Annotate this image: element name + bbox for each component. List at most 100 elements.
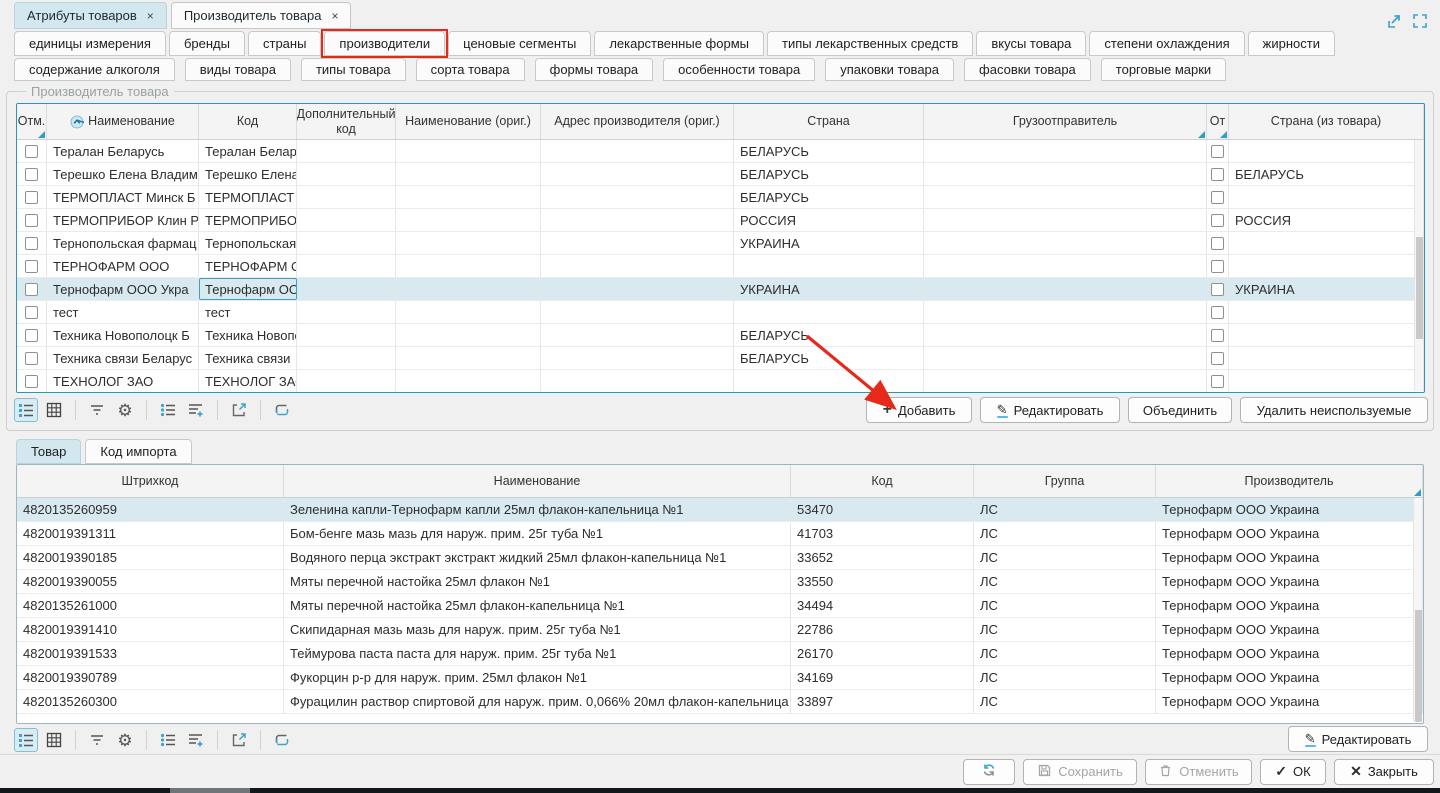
row-checkbox[interactable] [1211, 214, 1224, 227]
close-button[interactable]: ✕Закрыть [1334, 759, 1434, 785]
product-row[interactable]: 4820135260959Зеленина капли-Тернофарм ка… [17, 498, 1423, 522]
category-tab[interactable]: ценовые сегменты [448, 31, 591, 56]
checkbox-cell[interactable] [1207, 209, 1229, 231]
column-header[interactable]: Страна (из товара) [1229, 104, 1424, 139]
checkbox-cell[interactable] [1207, 140, 1229, 162]
window-tab[interactable]: Атрибуты товаров× [14, 2, 167, 29]
row-checkbox[interactable] [25, 260, 38, 273]
product-row[interactable]: 4820019391533Теймурова паста паста для н… [17, 642, 1423, 666]
checkbox-cell[interactable] [1207, 186, 1229, 208]
column-header[interactable]: Грузоотправитель [924, 104, 1207, 139]
checkbox-cell[interactable] [17, 209, 47, 231]
column-header[interactable]: Штрихкод [17, 465, 284, 497]
numbered-list-icon[interactable] [156, 398, 180, 422]
producer-row[interactable]: Тералан БеларусьТералан БеларусьБЕЛАРУСЬ [17, 140, 1424, 163]
grid-view-icon[interactable] [42, 728, 66, 752]
save-button[interactable]: Сохранить [1023, 759, 1137, 785]
checkbox-cell[interactable] [17, 232, 47, 254]
producer-row[interactable]: Техника связи БеларусТехника связиБЕЛАРУ… [17, 347, 1424, 370]
filter-icon[interactable] [85, 398, 109, 422]
row-checkbox[interactable] [1211, 260, 1224, 273]
list-view-icon[interactable] [14, 728, 38, 752]
checkbox-cell[interactable] [1207, 324, 1229, 346]
column-header[interactable]: Адрес производителя (ориг.) [541, 104, 734, 139]
open-external-icon[interactable] [227, 398, 251, 422]
checkbox-cell[interactable] [17, 186, 47, 208]
row-checkbox[interactable] [25, 145, 38, 158]
checkbox-cell[interactable] [17, 370, 47, 392]
row-checkbox[interactable] [25, 352, 38, 365]
category-tab[interactable]: производители [324, 31, 445, 56]
column-header[interactable]: Наименование [284, 465, 791, 497]
category-tab[interactable]: единицы измерения [14, 31, 166, 56]
row-checkbox[interactable] [25, 214, 38, 227]
column-header[interactable]: Группа [974, 465, 1156, 497]
open-external-icon[interactable] [227, 728, 251, 752]
tab-close-icon[interactable]: × [331, 9, 338, 23]
category-tab[interactable]: виды товара [185, 58, 291, 81]
row-checkbox[interactable] [1211, 283, 1224, 296]
producers-scrollbar[interactable] [1414, 140, 1423, 391]
row-checkbox[interactable] [25, 329, 38, 342]
product-row[interactable]: 4820135261000Мяты перечной настойка 25мл… [17, 594, 1423, 618]
delete-unused-button[interactable]: Удалить неиспользуемые [1240, 397, 1428, 423]
checkbox-cell[interactable] [1207, 278, 1229, 300]
row-checkbox[interactable] [1211, 237, 1224, 250]
producer-row[interactable]: Терешко Елена ВладимТерешко ЕленаБЕЛАРУС… [17, 163, 1424, 186]
merge-button[interactable]: Объединить [1128, 397, 1232, 423]
checkbox-cell[interactable] [17, 324, 47, 346]
row-checkbox[interactable] [25, 375, 38, 388]
column-header[interactable]: Отм. [17, 104, 47, 139]
column-header[interactable]: Код [199, 104, 297, 139]
ok-button[interactable]: ✓ОК [1260, 759, 1326, 785]
producer-row[interactable]: ТЕХНОЛОГ ЗАОТЕХНОЛОГ ЗАО [17, 370, 1424, 393]
category-tab[interactable]: особенности товара [663, 58, 815, 81]
checkbox-cell[interactable] [1207, 163, 1229, 185]
row-checkbox[interactable] [25, 283, 38, 296]
producer-row[interactable]: ТЕРНОФАРМ ОООТЕРНОФАРМ ООО [17, 255, 1424, 278]
add-to-list-icon[interactable] [184, 398, 208, 422]
checkbox-cell[interactable] [17, 278, 47, 300]
checkbox-cell[interactable] [1207, 347, 1229, 369]
column-header[interactable]: Код [791, 465, 974, 497]
column-header[interactable]: От [1207, 104, 1229, 139]
products-tab[interactable]: Товар [16, 439, 81, 464]
category-tab[interactable]: жирности [1248, 31, 1335, 56]
checkbox-cell[interactable] [17, 347, 47, 369]
product-row[interactable]: 4820019390185Водяного перца экстракт экс… [17, 546, 1423, 570]
products-edit-button[interactable]: ✎Редактировать [1288, 726, 1428, 752]
window-tab[interactable]: Производитель товара× [171, 2, 352, 29]
fullscreen-icon[interactable] [1412, 13, 1428, 29]
checkbox-cell[interactable] [17, 163, 47, 185]
refresh-button[interactable] [963, 759, 1015, 785]
category-tab[interactable]: упаковки товара [825, 58, 954, 81]
producer-row[interactable]: Тернофарм ООО УкраТернофарм ОООУКРАИНАУК… [17, 278, 1424, 301]
cancel-button[interactable]: Отменить [1145, 759, 1252, 785]
producer-row[interactable]: ТЕРМОПРИБОР Клин РТЕРМОПРИБОРРОССИЯРОССИ… [17, 209, 1424, 232]
add-to-list-icon[interactable] [184, 728, 208, 752]
settings-gear-icon[interactable]: ⚙ [113, 728, 137, 752]
category-tab[interactable]: типы товара [301, 58, 406, 81]
scrollbar-thumb[interactable] [1416, 237, 1423, 339]
column-header[interactable]: Наименование [47, 104, 199, 139]
checkbox-cell[interactable] [17, 301, 47, 323]
row-checkbox[interactable] [25, 237, 38, 250]
producer-row[interactable]: тесттест [17, 301, 1424, 324]
row-checkbox[interactable] [1211, 352, 1224, 365]
scrollbar-thumb[interactable] [1415, 610, 1422, 722]
category-tab[interactable]: торговые марки [1101, 58, 1226, 81]
producer-row[interactable]: Тернопольская фармацТернопольскаяУКРАИНА [17, 232, 1424, 255]
row-checkbox[interactable] [25, 191, 38, 204]
category-tab[interactable]: фасовки товара [964, 58, 1091, 81]
grid-view-icon[interactable] [42, 398, 66, 422]
products-tab[interactable]: Код импорта [85, 439, 191, 464]
product-row[interactable]: 4820019391311Бом-бенге мазь мазь для нар… [17, 522, 1423, 546]
category-tab[interactable]: вкусы товара [976, 31, 1086, 56]
row-checkbox[interactable] [1211, 329, 1224, 342]
producer-row[interactable]: ТЕРМОПЛАСТ Минск БТЕРМОПЛАСТ МБЕЛАРУСЬ [17, 186, 1424, 209]
list-view-icon[interactable] [14, 398, 38, 422]
row-checkbox[interactable] [25, 306, 38, 319]
producer-row[interactable]: Техника Новополоцк БТехника НовопоБЕЛАРУ… [17, 324, 1424, 347]
checkbox-cell[interactable] [1207, 370, 1229, 392]
category-tab[interactable]: страны [248, 31, 321, 56]
